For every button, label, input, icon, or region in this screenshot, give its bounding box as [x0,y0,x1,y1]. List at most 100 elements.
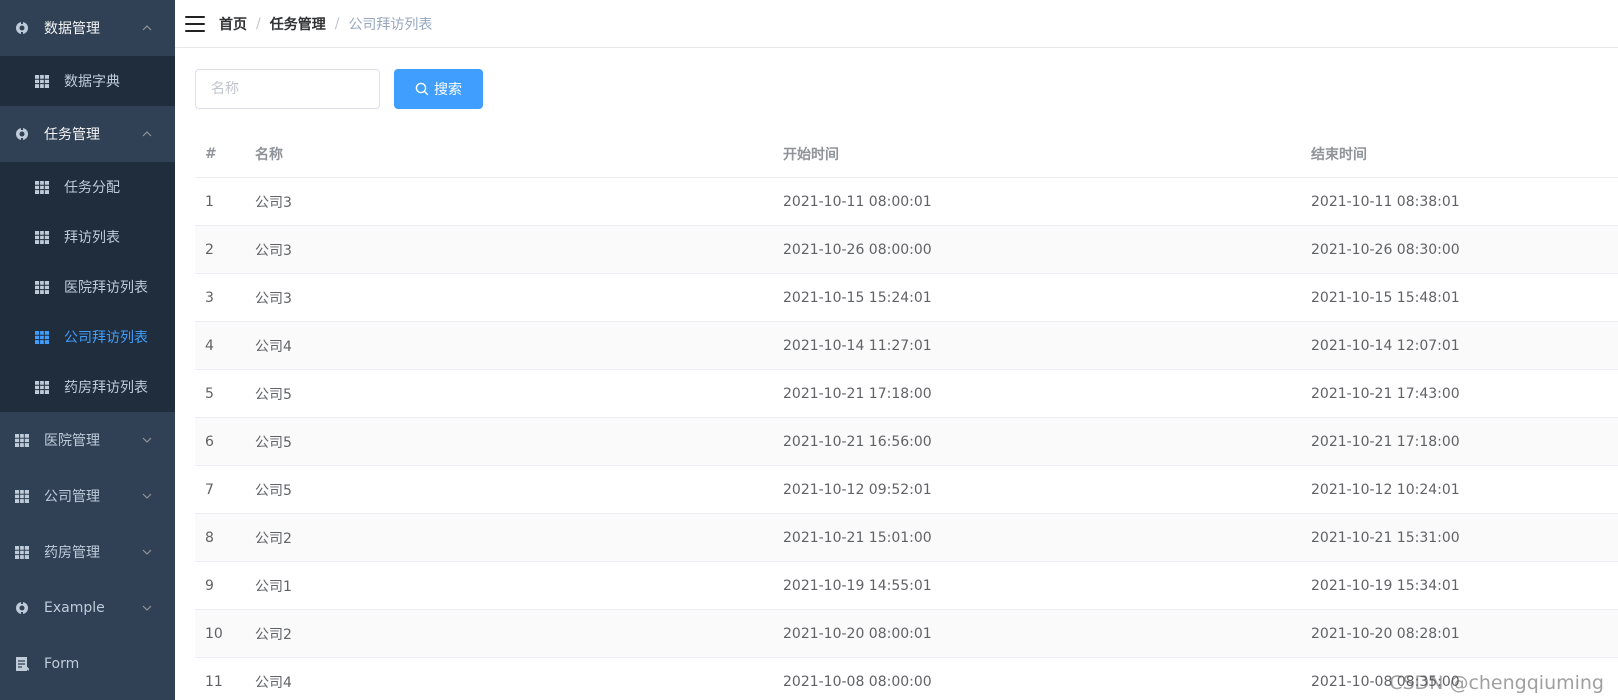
table-icon [34,73,50,89]
chevron-down-icon [141,434,153,446]
breadcrumb-home[interactable]: 首页 [219,14,247,34]
menu-group-label: 医院管理 [44,433,100,449]
sidebar-item-pharmacy-visit-list[interactable]: 药房拜访列表 [0,362,175,412]
breadcrumb: 首页 / 任务管理 / 公司拜访列表 [219,14,432,34]
chevron-up-icon [141,22,153,34]
cell-index: 2 [205,241,214,258]
sidebar-item-hospital-visit-list[interactable]: 医院拜访列表 [0,262,175,312]
menu-item-form[interactable]: Form [0,636,175,692]
cell-end-time: 2021-10-15 15:48:01 [1311,289,1460,306]
menu-group-hospital-management[interactable]: 医院管理 [0,412,175,468]
cell-name: 公司3 [255,242,292,259]
cell-start-time: 2021-10-11 08:00:01 [783,193,932,210]
sidebar-item-label: 拜访列表 [64,230,120,246]
table-row[interactable]: 10 公司2 2021-10-20 08:00:01 2021-10-20 08:28… [195,610,1618,658]
table-row[interactable]: 5 公司5 2021-10-21 17:18:00 2021-10-21 17:43:… [195,370,1618,418]
table-icon [14,544,30,560]
cell-name: 公司2 [255,530,292,547]
cell-index: 5 [205,385,214,402]
breadcrumb-current: 公司拜访列表 [348,16,433,33]
name-search-input[interactable] [195,69,380,109]
table-row[interactable]: 8 公司2 2021-10-21 15:01:00 2021-10-21 15:31:… [195,514,1618,562]
table-row[interactable]: 3 公司3 2021-10-15 15:24:01 2021-10-15 15:48:… [195,274,1618,322]
cell-name: 公司5 [255,434,292,451]
sidebar-item-label: 公司拜访列表 [64,330,148,346]
table-row[interactable]: 7 公司5 2021-10-12 09:52:01 2021-10-12 10:24:… [195,466,1618,514]
form-icon [14,656,30,672]
sidebar-item-label: 任务分配 [64,180,120,196]
sidebar-item-task-assignment[interactable]: 任务分配 [0,162,175,212]
cell-index: 11 [205,673,223,690]
menu-group-data-management[interactable]: 数据管理 [0,0,175,56]
menu-group-company-management[interactable]: 公司管理 [0,468,175,524]
menu-group-label: 公司管理 [44,489,100,505]
search-button[interactable]: 搜索 [394,69,483,109]
menu-group-label: 数据管理 [44,21,100,37]
cell-end-time: 2021-10-26 08:30:00 [1311,241,1460,258]
cell-name: 公司5 [255,386,292,403]
cell-index: 1 [205,193,214,210]
table-row[interactable]: 2 公司3 2021-10-26 08:00:00 2021-10-26 08:30:… [195,226,1618,274]
visit-table: # 名称 开始时间 结束时间 1 公司3 2021-10-11 08:00:01 20… [195,130,1618,700]
search-button-label: 搜索 [434,82,462,98]
sidebar-item-label: 医院拜访列表 [64,280,148,296]
table-row[interactable]: 9 公司1 2021-10-19 14:55:01 2021-10-19 15:34:… [195,562,1618,610]
settings-icon [14,20,30,36]
chevron-down-icon [141,602,153,614]
cell-name: 公司4 [255,338,292,355]
hamburger-icon[interactable] [185,15,205,33]
table-row[interactable]: 4 公司4 2021-10-14 11:27:01 2021-10-14 12:07:… [195,322,1618,370]
cell-end-time: 2021-10-21 15:31:00 [1311,529,1460,546]
breadcrumb-separator: / [256,15,261,32]
table-icon [34,179,50,195]
cell-start-time: 2021-10-15 15:24:01 [783,289,932,306]
menu-group-example[interactable]: Example [0,580,175,636]
table-icon [34,229,50,245]
search-icon [415,82,429,96]
chevron-down-icon [141,490,153,502]
cell-end-time: 2021-10-19 15:34:01 [1311,577,1460,594]
cell-end-time: 2021-10-20 08:28:01 [1311,625,1460,642]
sidebar-item-data-dictionary[interactable]: 数据字典 [0,56,175,106]
cell-index: 6 [205,433,214,450]
menu-group-task-management[interactable]: 任务管理 [0,106,175,162]
table-header: # 名称 开始时间 结束时间 [195,130,1618,178]
settings-icon [14,126,30,142]
cell-index: 3 [205,289,214,306]
cell-name: 公司3 [255,194,292,211]
cell-name: 公司2 [255,626,292,643]
cell-end-time: 2021-10-21 17:43:00 [1311,385,1460,402]
cell-start-time: 2021-10-19 14:55:01 [783,577,932,594]
sidebar-item-visit-list[interactable]: 拜访列表 [0,212,175,262]
sidebar-item-company-visit-list[interactable]: 公司拜访列表 [0,312,175,362]
table-icon [14,432,30,448]
sidebar-item-label: 数据字典 [64,74,120,90]
menu-group-pharmacy-management[interactable]: 药房管理 [0,524,175,580]
cell-end-time: 2021-10-21 17:18:00 [1311,433,1460,450]
breadcrumb-task-management[interactable]: 任务管理 [270,14,326,34]
submenu-data-management: 数据字典 [0,56,175,106]
cell-start-time: 2021-10-21 15:01:00 [783,529,932,546]
cell-index: 8 [205,529,214,546]
cell-start-time: 2021-10-26 08:00:00 [783,241,932,258]
cell-index: 9 [205,577,214,594]
column-header-end-time: 结束时间 [1311,146,1367,163]
cell-end-time: 2021-10-11 08:38:01 [1311,193,1460,210]
table-row[interactable]: 6 公司5 2021-10-21 16:56:00 2021-10-21 17:18:… [195,418,1618,466]
column-header-index: # [205,145,217,162]
cell-name: 公司5 [255,482,292,499]
cell-name: 公司1 [255,578,292,595]
cell-end-time: 2021-10-14 12:07:01 [1311,337,1460,354]
cell-name: 公司3 [255,290,292,307]
settings-icon [14,600,30,616]
menu-item-label: Form [44,656,80,672]
cell-start-time: 2021-10-21 17:18:00 [783,385,932,402]
cell-start-time: 2021-10-12 09:52:01 [783,481,932,498]
cell-name: 公司4 [255,674,292,691]
table-icon [14,488,30,504]
menu-group-label: 药房管理 [44,545,100,561]
cell-start-time: 2021-10-14 11:27:01 [783,337,932,354]
column-header-name: 名称 [255,146,283,163]
table-row[interactable]: 1 公司3 2021-10-11 08:00:01 2021-10-11 08:38:… [195,178,1618,226]
column-header-start-time: 开始时间 [783,146,839,163]
